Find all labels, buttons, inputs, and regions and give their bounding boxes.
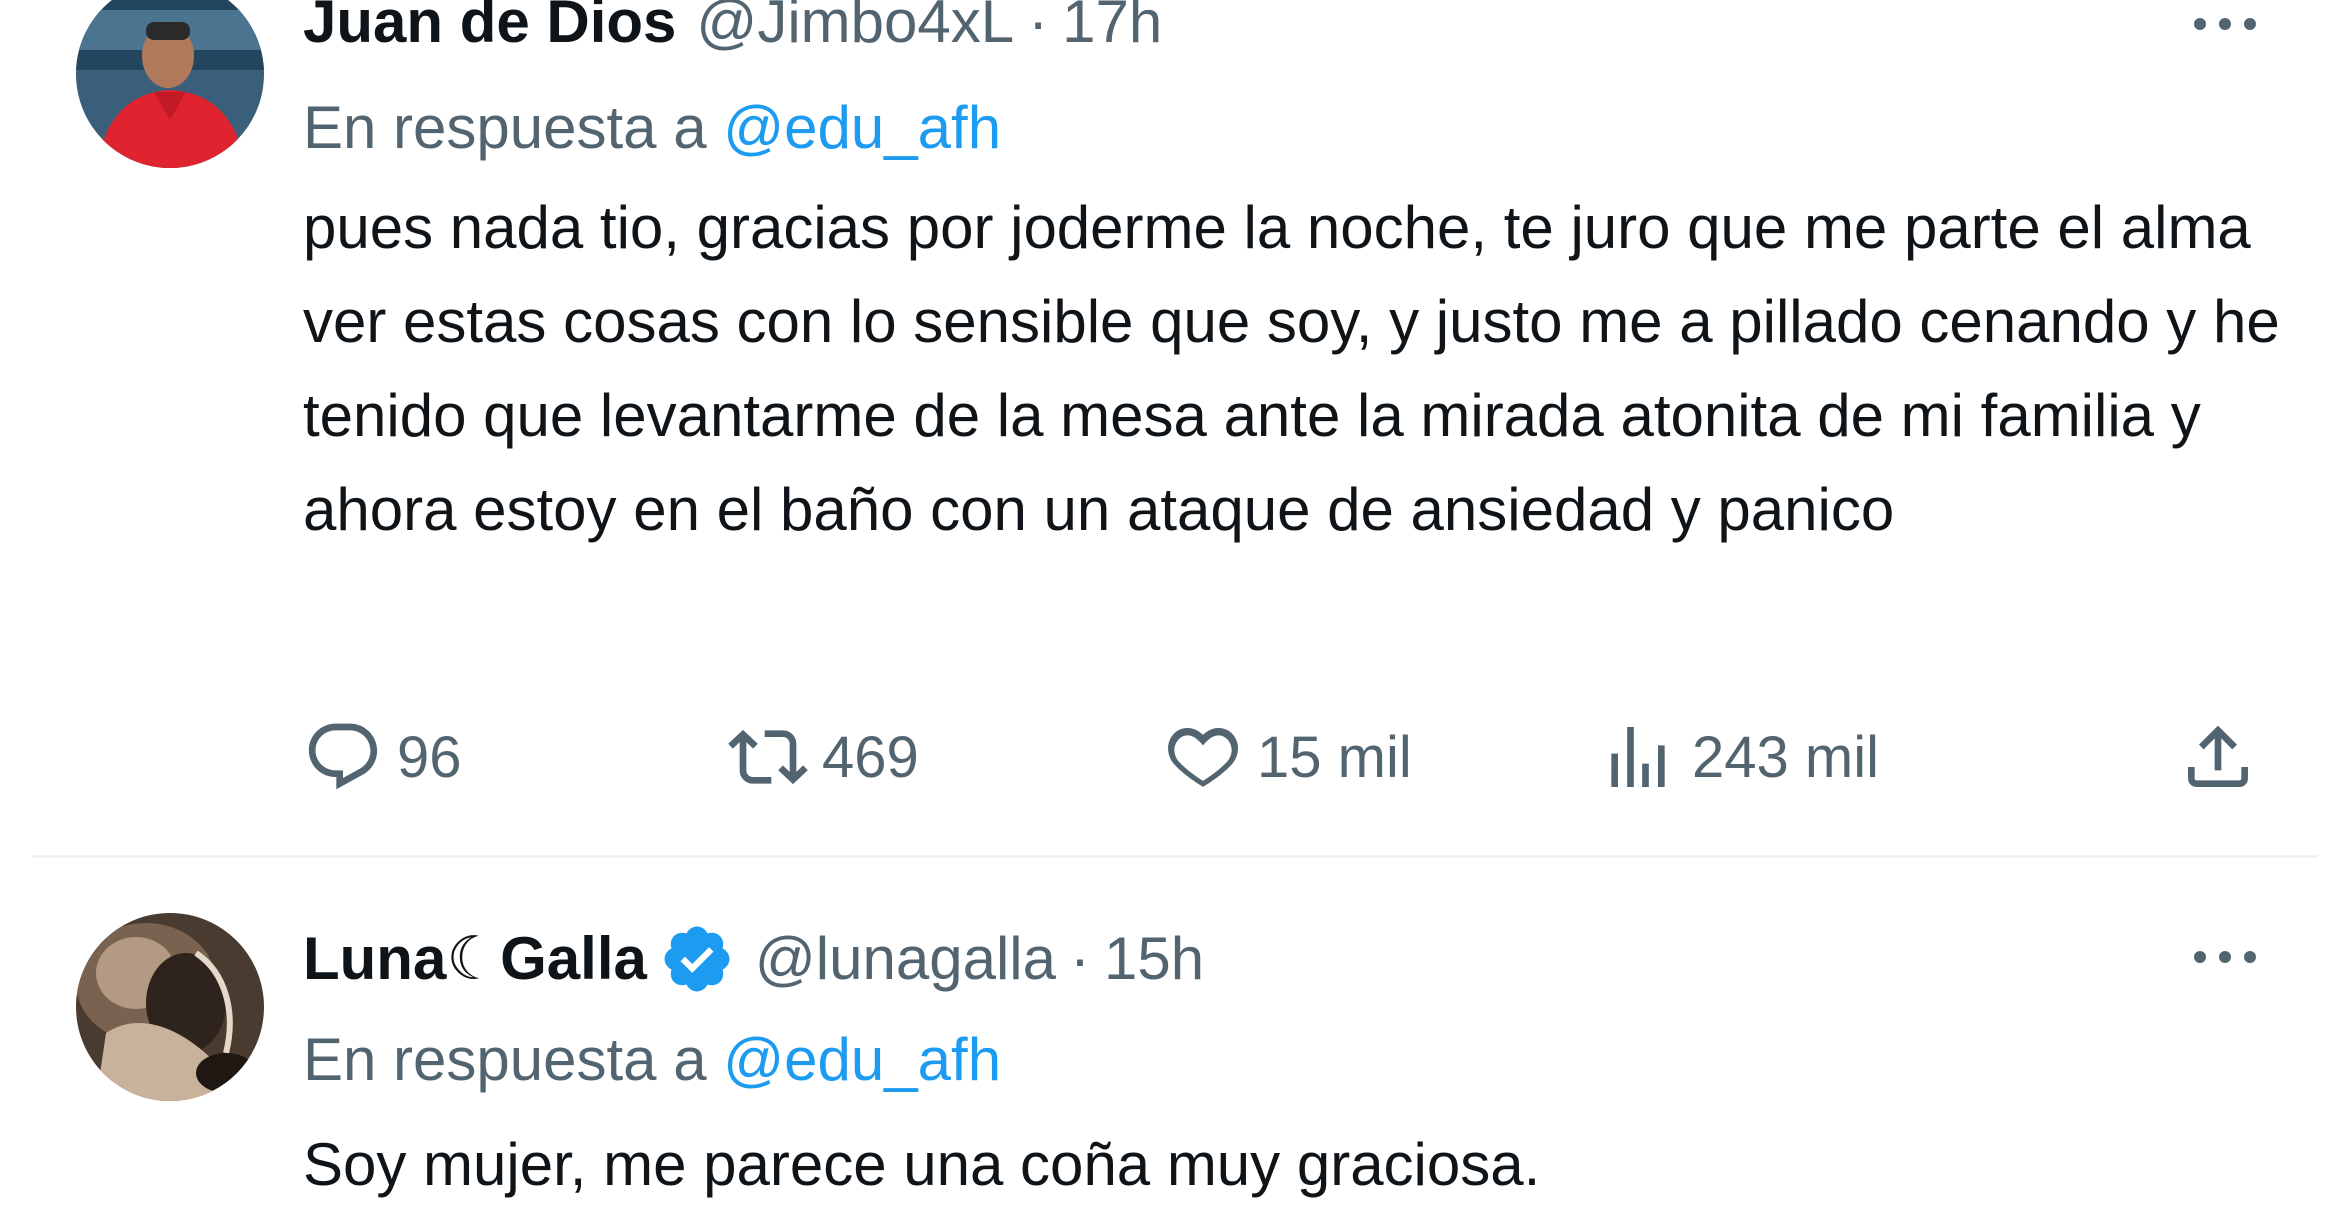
reply-context: En respuesta a @edu_afh bbox=[303, 1020, 1001, 1100]
heart-icon bbox=[1168, 727, 1238, 787]
speech-bubble-icon bbox=[308, 723, 378, 790]
tweet-header: Luna☾Galla @lunagalla · 15h bbox=[303, 917, 1204, 1001]
user-handle[interactable]: @lunagalla bbox=[755, 917, 1056, 1001]
share-button[interactable] bbox=[2178, 712, 2258, 802]
reply-prefix: En respuesta a bbox=[303, 94, 707, 161]
reply-mention-link[interactable]: @edu_afh bbox=[723, 1026, 1001, 1093]
reply-context: En respuesta a @edu_afh bbox=[303, 88, 1001, 168]
verified-badge bbox=[659, 921, 735, 997]
timestamp[interactable]: 17h bbox=[1062, 0, 1162, 64]
display-name[interactable]: Luna☾Galla bbox=[303, 917, 647, 1001]
tweet-text: Soy mujer, me parece una coña muy gracio… bbox=[303, 1131, 1541, 1198]
reply-button[interactable]: 96 bbox=[303, 712, 462, 802]
tweet-text: pues nada tio, gracias por joderme la no… bbox=[303, 194, 2280, 543]
user-handle[interactable]: @Jimbo4xL bbox=[696, 0, 1014, 64]
more-options-button[interactable] bbox=[2180, 0, 2270, 54]
views-button[interactable]: 243 mil bbox=[1598, 712, 1879, 802]
more-horizontal-icon bbox=[2194, 18, 2256, 30]
tweet-header: Juan de Dios @Jimbo4xL · 17h bbox=[303, 0, 1162, 64]
avatar-luna-image bbox=[76, 913, 264, 1101]
reply-count: 96 bbox=[397, 724, 462, 790]
verified-badge-icon bbox=[664, 926, 730, 992]
display-name[interactable]: Juan de Dios bbox=[303, 0, 676, 64]
like-count: 15 mil bbox=[1257, 724, 1412, 790]
more-options-button[interactable] bbox=[2180, 927, 2270, 987]
timestamp[interactable]: 15h bbox=[1104, 917, 1204, 1001]
separator-dot: · bbox=[1069, 925, 1090, 992]
share-upload-icon bbox=[2188, 725, 2248, 787]
reply-mention-link[interactable]: @edu_afh bbox=[723, 94, 1001, 161]
separator-dot: · bbox=[1028, 0, 1049, 55]
avatar-juan-image bbox=[76, 0, 264, 168]
reply-prefix: En respuesta a bbox=[303, 1026, 707, 1093]
more-horizontal-icon bbox=[2194, 951, 2256, 963]
bar-chart-icon bbox=[1611, 727, 1665, 787]
repost-arrows-icon bbox=[728, 729, 808, 785]
repost-count: 469 bbox=[822, 724, 919, 790]
like-button[interactable]: 15 mil bbox=[1163, 712, 1412, 802]
tweet-actions: 96 469 15 mil 243 mil bbox=[303, 712, 2283, 802]
avatar[interactable] bbox=[76, 913, 264, 1101]
tweet-divider bbox=[32, 855, 2318, 858]
view-count: 243 mil bbox=[1692, 724, 1879, 790]
avatar[interactable] bbox=[76, 0, 264, 168]
repost-button[interactable]: 469 bbox=[728, 712, 919, 802]
